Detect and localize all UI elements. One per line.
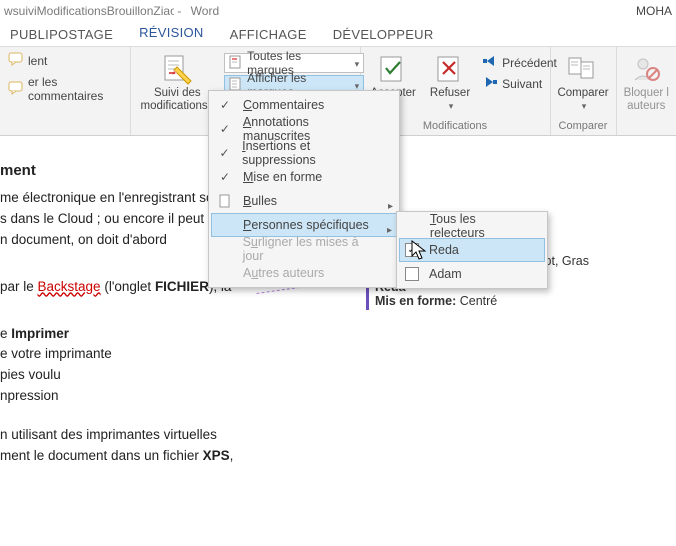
menu-label-balloons: ulles xyxy=(251,194,277,208)
track-changes-icon xyxy=(161,53,193,85)
submenu-reviewers: • Tous les relecteurs Reda Adam xyxy=(396,211,548,289)
revision-label: Mis en forme: xyxy=(375,294,456,308)
revisions-pane: Police de script complexe : 14 pt, Gras … xyxy=(366,136,676,546)
group-comments: lent er les commentaires xyxy=(0,47,131,135)
document-name: wsuiviModificationsBrouillonZiaoex xyxy=(4,4,174,18)
body-text: ment le document dans un fichier XPS, xyxy=(0,447,352,466)
next-label: Suivant xyxy=(502,77,542,91)
menu-label-specific-people: ersonnes spécifiques xyxy=(251,218,368,232)
btn-show-comments-label: er les commentaires xyxy=(28,75,122,103)
checkbox-checked-icon xyxy=(405,243,419,257)
check-icon: ✓ xyxy=(217,98,233,112)
reject-label: Refuser xyxy=(430,87,470,99)
menu-item-highlight-updates: • Surligner les mises à jour xyxy=(211,237,397,261)
check-icon: ✓ xyxy=(217,146,232,160)
submenu-label-all: ous les relecteurs xyxy=(430,212,485,240)
btn-fragment-lent[interactable]: lent xyxy=(6,51,49,70)
submenu-label-adam: Adam xyxy=(429,267,462,281)
submenu-label-reda: Reda xyxy=(429,243,459,257)
reject-icon xyxy=(434,53,466,85)
track-label-2: modifications xyxy=(141,100,208,112)
tab-affichage[interactable]: AFFICHAGE xyxy=(228,25,309,46)
btn-next-change[interactable]: Suivant xyxy=(480,74,559,93)
block-authors-label-2: auteurs xyxy=(627,100,665,112)
submenu-item-reda[interactable]: Reda xyxy=(399,238,545,262)
compare-icon xyxy=(567,53,599,85)
chevron-down-icon xyxy=(355,56,360,70)
combo-display-for-review[interactable]: Toutes les marques xyxy=(224,53,364,73)
menu-label-highlight: Surligner les mises à jour xyxy=(243,235,359,263)
menu-item-comments[interactable]: ✓ Commentaires xyxy=(211,93,397,117)
submenu-item-all-reviewers[interactable]: • Tous les relecteurs xyxy=(399,214,545,238)
menu-show-markup: ✓ Commentaires ✓ Annotations manuscrites… xyxy=(208,90,400,288)
checkbox-icon xyxy=(405,267,419,281)
body-text: n utilisant des imprimantes virtuelles xyxy=(0,426,352,445)
menu-label-formatting: ise en forme xyxy=(253,170,322,184)
arrow-next-icon xyxy=(482,75,498,92)
btn-reject[interactable]: Refuser xyxy=(426,51,474,115)
tab-publipostage[interactable]: PUBLIPOSTAGE xyxy=(8,25,115,46)
menu-item-specific-people[interactable]: • Personnes spécifiques • Tous les relec… xyxy=(211,213,397,237)
revision-value: Centré xyxy=(456,294,497,308)
btn-show-comments[interactable]: er les commentaires xyxy=(6,74,124,104)
btn-fragment-lent-label: lent xyxy=(28,54,47,68)
speech-bubble-icon xyxy=(8,52,24,69)
btn-compare[interactable]: Comparer xyxy=(553,51,612,115)
block-authors-label-1: Bloquer l xyxy=(624,87,669,99)
arrow-prev-icon xyxy=(482,54,498,71)
tab-revision[interactable]: RÉVISION xyxy=(137,23,206,46)
user-name: MOHA xyxy=(636,4,672,18)
speech-bubble-icon xyxy=(8,81,24,98)
compare-label: Comparer xyxy=(557,87,608,99)
app-name: Word xyxy=(191,4,219,18)
title-bar: wsuiviModificationsBrouillonZiaoex - Wor… xyxy=(0,0,676,22)
doc-marks-icon xyxy=(229,55,243,72)
compare-group-label: Comparer xyxy=(557,120,610,134)
menu-label-other-authors: Autres auteurs xyxy=(243,266,324,280)
menu-label-comments: ommentaires xyxy=(252,98,324,112)
menu-item-ink[interactable]: ✓ Annotations manuscrites xyxy=(211,117,397,141)
menu-label-insertions: nsertions et suppressions xyxy=(242,139,316,167)
menu-item-balloons[interactable]: Bulles xyxy=(211,189,397,213)
track-label-1: Suivi des xyxy=(154,87,201,99)
group-compare: Comparer Comparer xyxy=(551,47,617,135)
menu-item-other-authors: • Autres auteurs xyxy=(211,261,397,285)
spelling-error: Backstage xyxy=(38,279,101,294)
submenu-item-adam[interactable]: Adam xyxy=(399,262,545,286)
body-text: e votre imprimante xyxy=(0,345,352,364)
group-protect: Bloquer l auteurs xyxy=(617,47,676,135)
previous-label: Précédent xyxy=(502,56,557,70)
menu-item-formatting[interactable]: ✓ Mise en forme xyxy=(211,165,397,189)
tab-developpeur[interactable]: DÉVELOPPEUR xyxy=(331,25,436,46)
btn-block-authors[interactable]: Bloquer l auteurs xyxy=(620,51,673,115)
accept-icon xyxy=(377,53,409,85)
ribbon-tabs: PUBLIPOSTAGE RÉVISION AFFICHAGE DÉVELOPP… xyxy=(0,22,676,46)
block-authors-icon xyxy=(630,53,662,85)
ribbon: lent er les commentaires Suivi des modif… xyxy=(0,46,676,136)
check-icon: ✓ xyxy=(217,122,233,136)
menu-item-insertions[interactable]: ✓ Insertions et suppressions xyxy=(211,141,397,165)
caret-down-icon xyxy=(447,100,454,112)
body-text: pies voulu xyxy=(0,366,352,385)
btn-track-changes[interactable]: Suivi des modifications xyxy=(137,51,219,115)
caret-down-icon xyxy=(580,100,587,112)
check-icon: ✓ xyxy=(217,170,233,184)
body-text: e Imprimer xyxy=(0,325,352,344)
body-text: npression xyxy=(0,387,352,406)
doc-icon xyxy=(217,194,233,209)
btn-previous-change[interactable]: Précédent xyxy=(480,53,559,72)
